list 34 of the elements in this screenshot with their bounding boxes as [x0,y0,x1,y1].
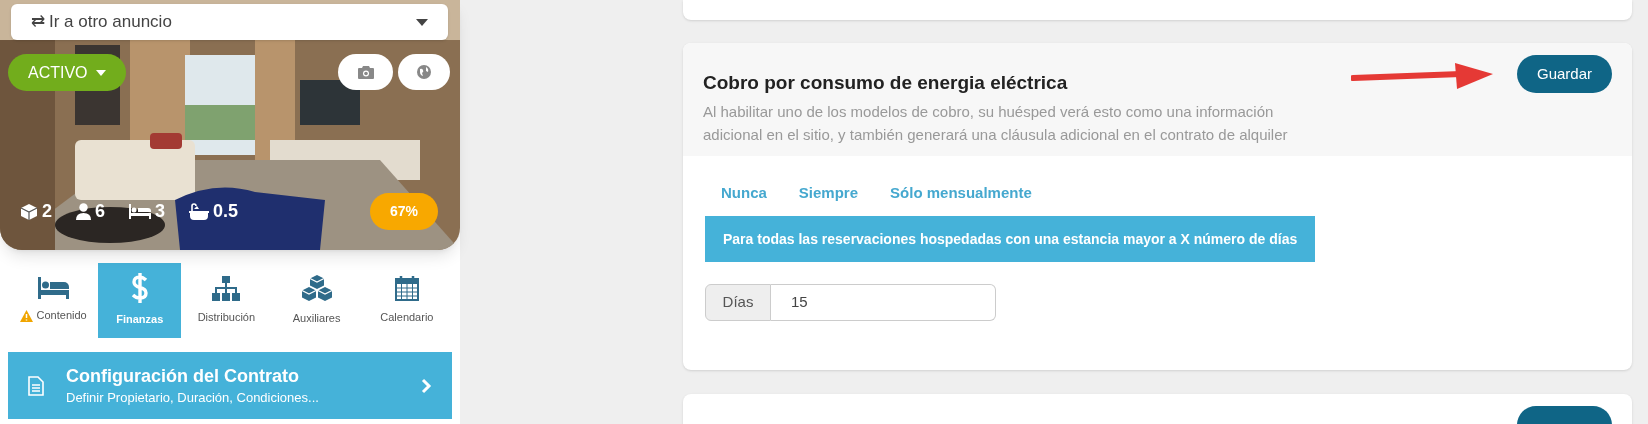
stat-value: 2 [42,200,52,223]
chevron-right-icon [421,377,432,394]
contract-subtitle: Definir Propietario, Duración, Condiciones... [66,388,320,407]
globe-icon [417,65,431,79]
select-value: Ir a otro anuncio [49,11,173,34]
section-tab[interactable]: Calendario [361,263,452,338]
warning-icon [19,309,33,322]
dollar-icon [130,273,149,304]
card-description: Al habilitar uno de los modelos de cobro, su huésped verá esto como una información adicional en el sitio, y también generará una cláusula adicional en el contrato de alquiler [703,101,1289,145]
stat-value: 6 [95,200,106,223]
bed-icon [37,277,69,300]
section-tab[interactable]: Distribución [181,263,272,338]
sitemap-icon [212,275,241,301]
calendar-icon [394,275,419,302]
card-title: Cobro por consumo de energia eléctrica [703,71,1069,95]
section-tab[interactable]: Contenido [8,263,99,338]
cube-icon [20,202,38,221]
camera-icon [357,65,374,79]
section-tab[interactable]: Auxiliares [271,263,362,338]
person-icon [76,203,91,220]
document-icon [28,375,44,396]
stat-value: 0.5 [213,200,239,223]
contract-title: Configuración del Contrato [66,364,300,388]
stat-value: 3 [155,200,166,223]
bathtub-icon [189,202,210,221]
bed-icon [129,204,152,219]
days-field[interactable]: 15 [771,284,996,321]
caret-icon [95,69,106,76]
listing-select[interactable]: ⇄ Ir a otro anuncio [11,4,448,40]
caret-icon [416,18,428,26]
cubes-icon [300,274,333,302]
save-button[interactable]: Guardar [1517,55,1612,93]
swap-icon: ⇄ [31,9,45,35]
field-label: Días [705,284,771,321]
